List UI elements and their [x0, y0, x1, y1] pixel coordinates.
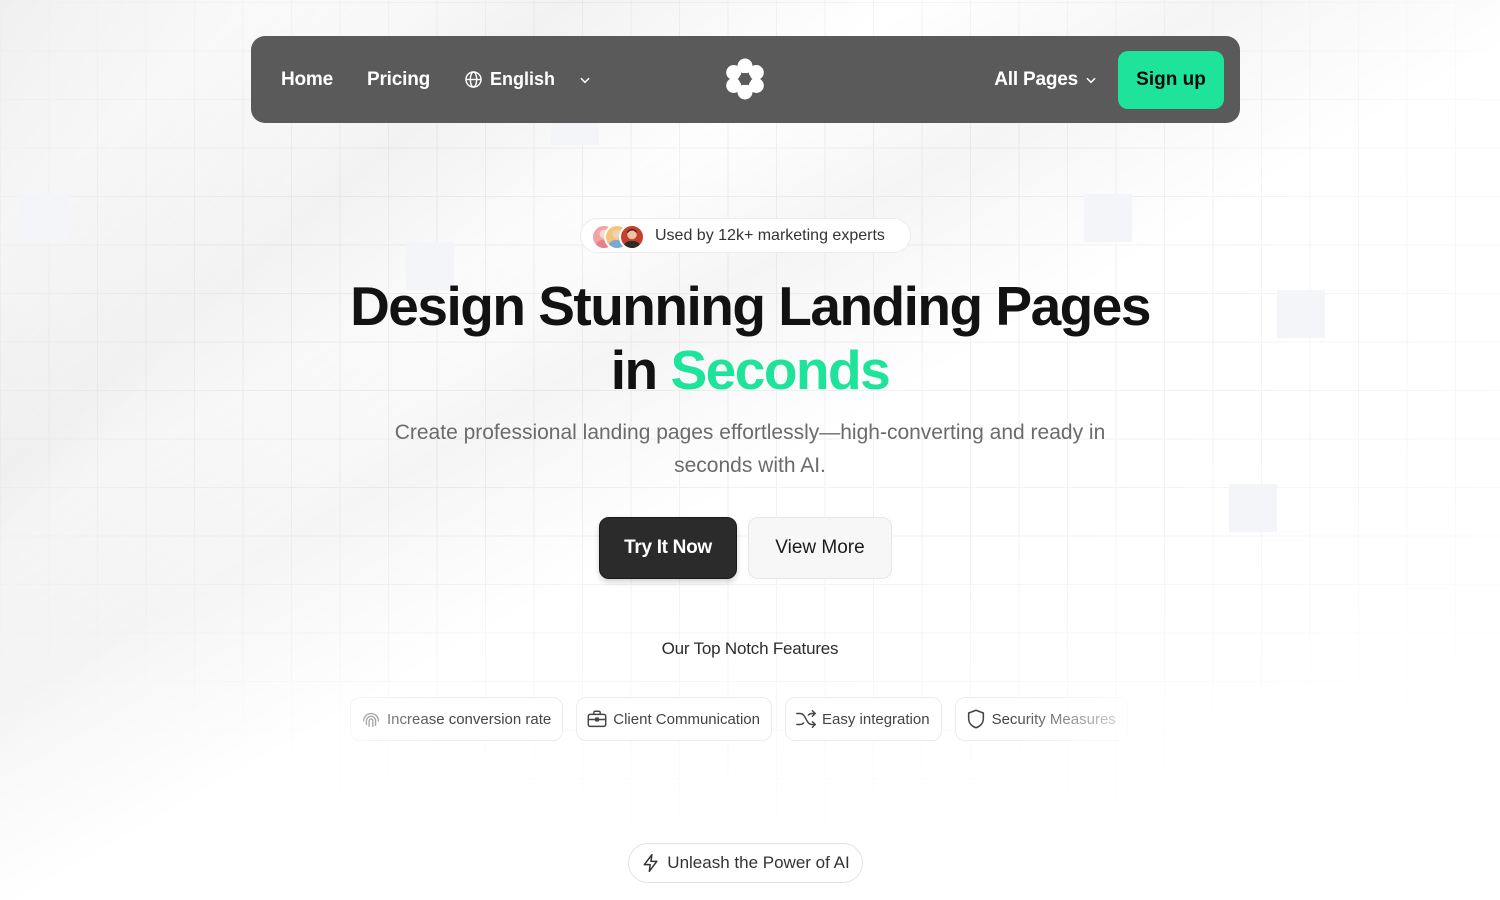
social-proof-badge: Used by 12k+ marketing experts — [580, 218, 911, 253]
flower-logo-icon[interactable] — [723, 57, 767, 101]
avatar-stack — [591, 222, 649, 250]
language-label: English — [490, 69, 556, 89]
all-pages-label: All Pages — [994, 68, 1078, 90]
feature-chip-label: Increase conversion rate — [387, 710, 552, 728]
chevron-down-icon — [580, 77, 590, 83]
lightning-icon — [643, 853, 658, 873]
feature-chip-label: Easy integration — [822, 710, 930, 728]
signup-button[interactable]: Sign up — [1118, 50, 1224, 109]
background-tile — [1084, 194, 1132, 242]
avatar — [619, 223, 645, 250]
nav-right-group: All Pages Sign up — [994, 50, 1224, 109]
language-selector[interactable]: English — [464, 69, 592, 90]
shield-icon — [967, 709, 984, 729]
briefcase-icon — [587, 710, 607, 728]
view-more-button[interactable]: View More — [748, 517, 892, 579]
hero-subtitle: Create professional landing pages effort… — [394, 421, 1106, 477]
feature-chip-easy-integration[interactable]: Easy integration — [785, 697, 942, 741]
nav-pricing-link[interactable]: Pricing — [367, 69, 430, 91]
features-title: Our Top Notch Features — [661, 639, 839, 658]
fingerprint-icon — [362, 712, 380, 728]
unleash-ai-pill: Unleash the Power of AI — [628, 843, 863, 883]
headline-line-1: Design Stunning Landing Pages — [350, 275, 1151, 337]
feature-chip-security[interactable]: Security Measures — [954, 697, 1128, 741]
feature-chip-label: Client Communication — [613, 710, 760, 728]
nav-left-group: Home Pricing English — [281, 69, 592, 91]
background-tile — [1229, 484, 1277, 532]
feature-chip-label: Security Measures — [991, 710, 1116, 728]
feature-chip-conversion[interactable]: Increase conversion rate — [350, 697, 564, 741]
feature-chip-client-communication[interactable]: Client Communication — [576, 697, 772, 741]
background-tile — [20, 194, 68, 242]
background-tile — [551, 123, 599, 145]
cta-row: Try It Now View More — [599, 517, 892, 579]
nav-home-link[interactable]: Home — [281, 69, 333, 91]
headline-accent-word: Seconds — [670, 339, 890, 401]
unleash-ai-label: Unleash the Power of AI — [667, 853, 850, 872]
try-it-now-button[interactable]: Try It Now — [599, 517, 737, 579]
features-marquee: Increase conversion rate Client Communic… — [350, 697, 1155, 741]
headline-prefix: in — [610, 339, 671, 401]
top-navbar: Home Pricing English All Pages Sign up — [251, 36, 1240, 123]
hero-headline: Design Stunning Landing Pages in Seconds — [0, 274, 1500, 402]
badge-text: Used by 12k+ marketing experts — [655, 226, 885, 244]
chevron-down-icon — [1086, 77, 1096, 83]
shuffle-icon — [796, 710, 816, 728]
globe-icon — [465, 71, 482, 88]
all-pages-dropdown[interactable]: All Pages — [994, 69, 1098, 91]
